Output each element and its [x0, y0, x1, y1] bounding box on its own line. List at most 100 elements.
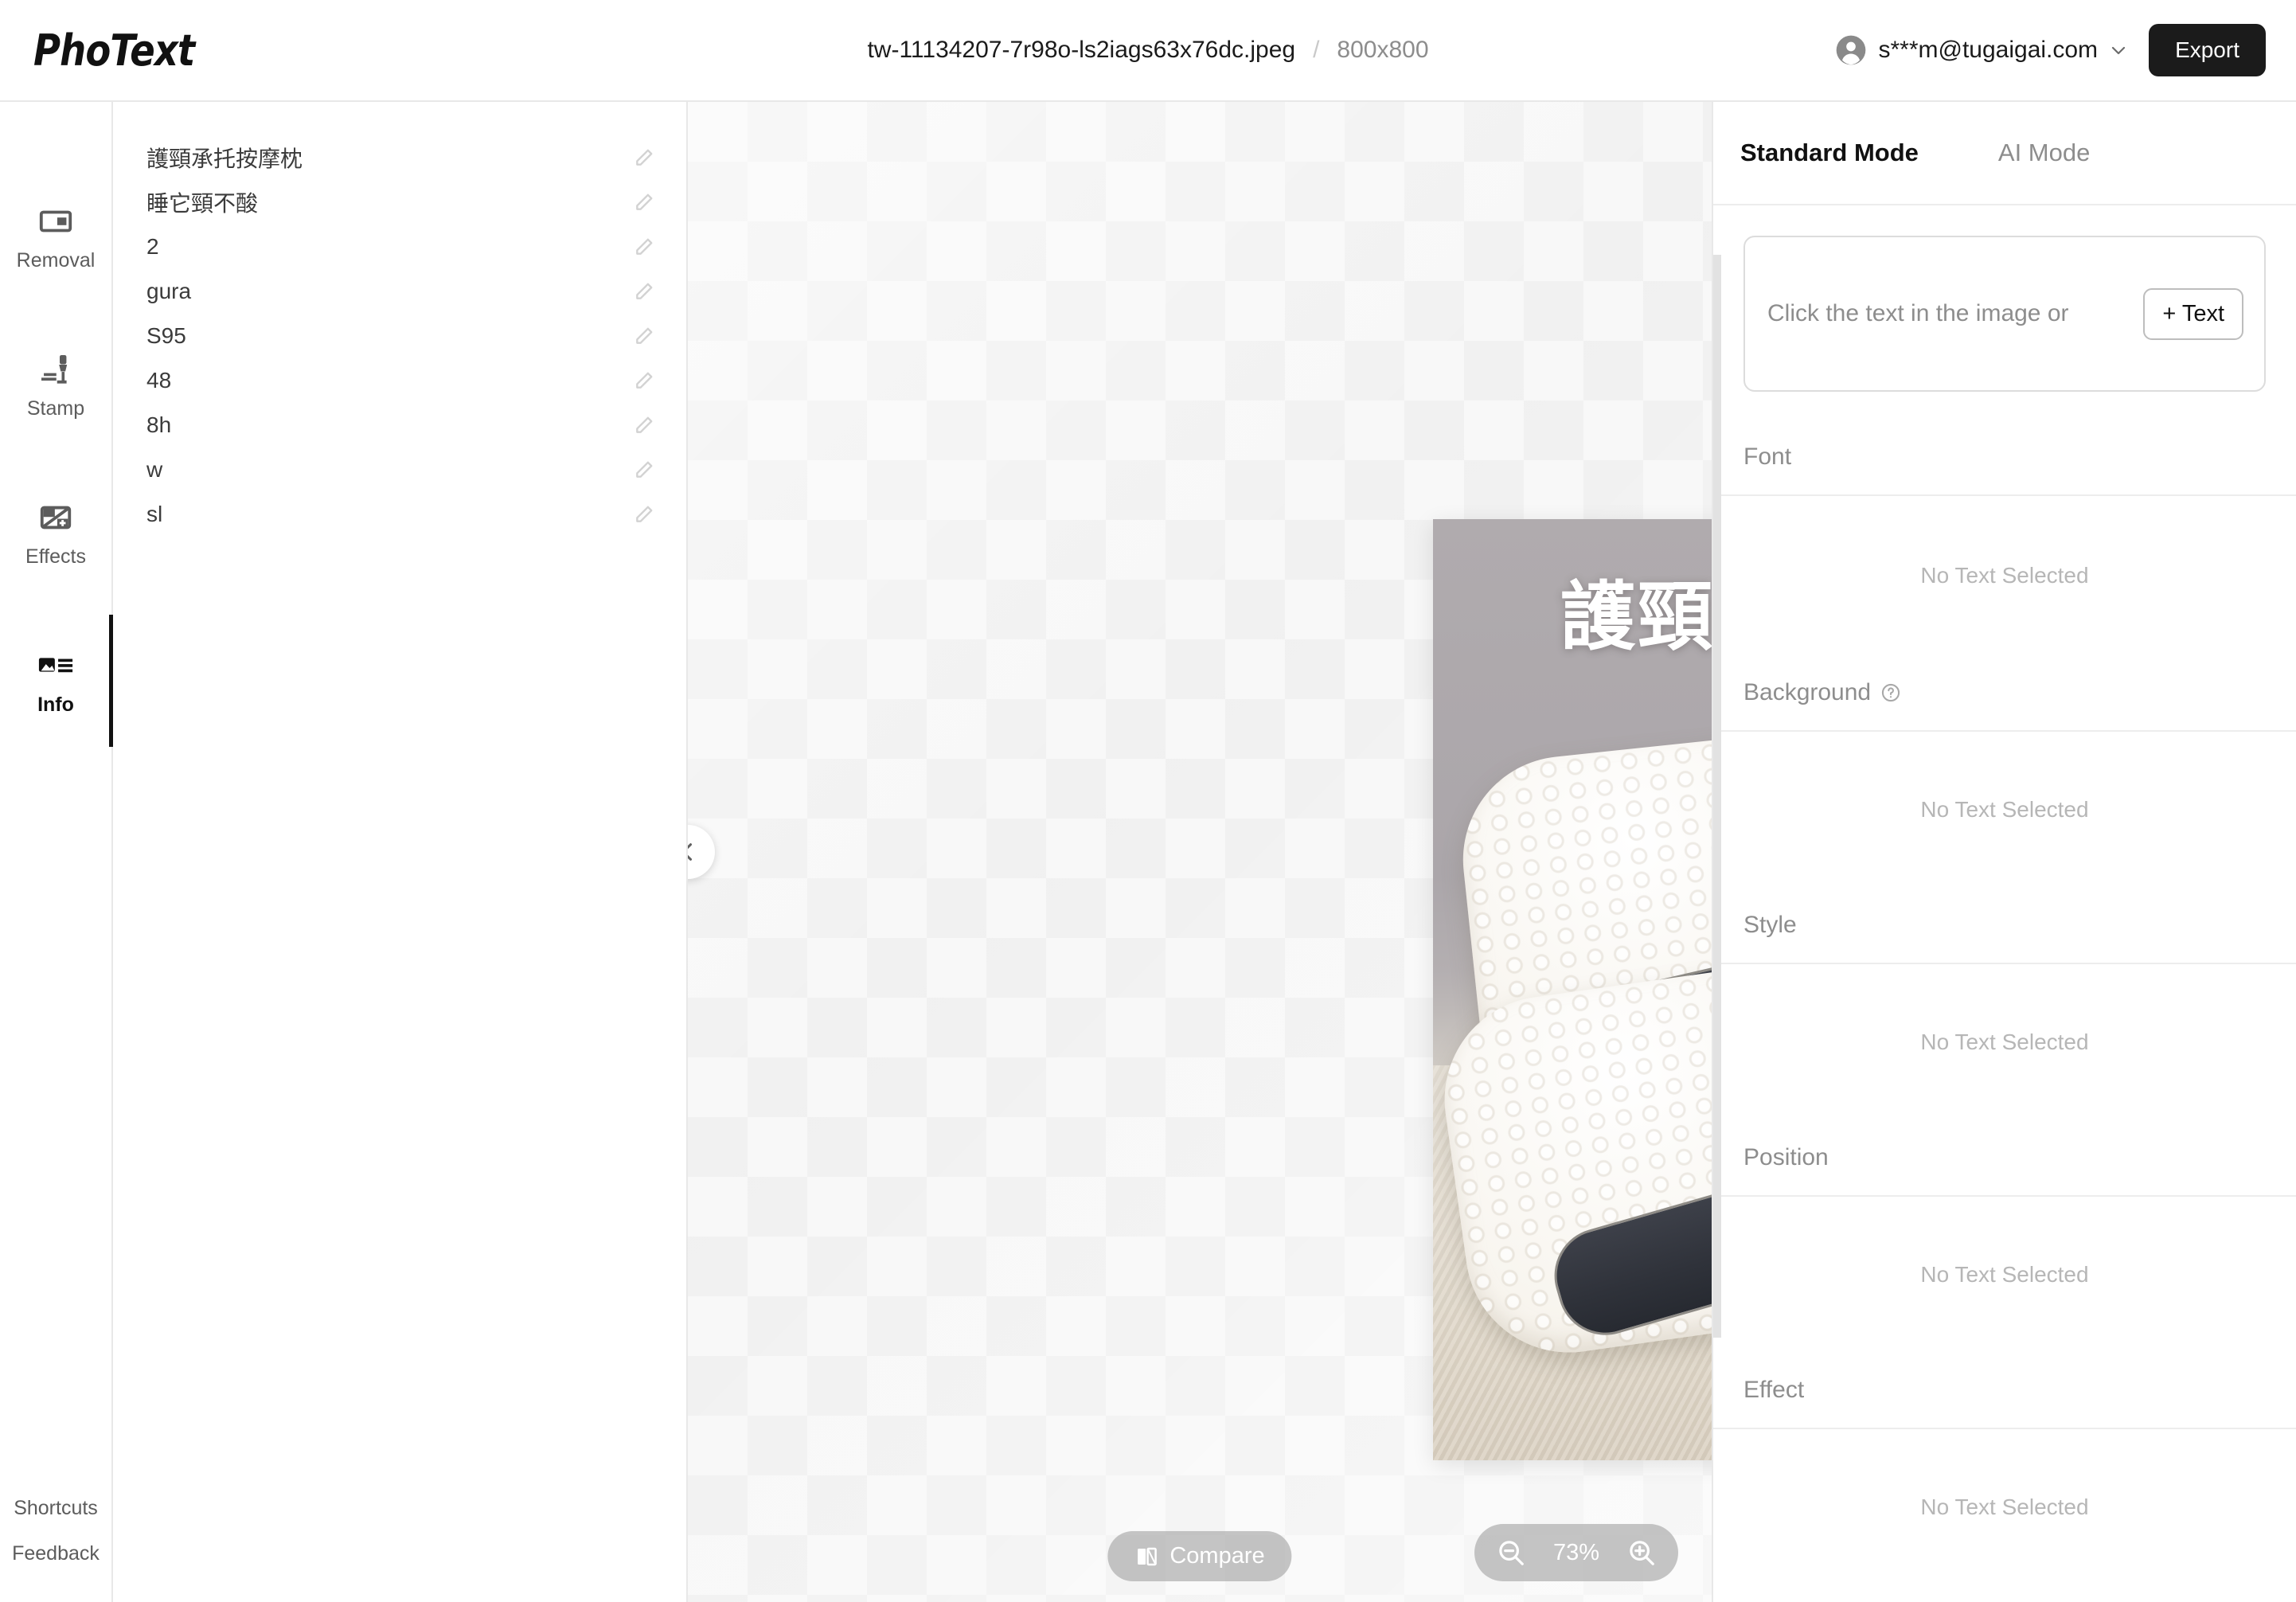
section-title: Style	[1743, 912, 1797, 938]
info-icon	[37, 647, 74, 684]
section-header-style: Style	[1713, 888, 2296, 964]
file-breadcrumb: tw-11134207-7r98o-ls2iags63x76dc.jpeg / …	[867, 37, 1428, 64]
tab-ai-mode[interactable]: AI Mode	[1998, 139, 2090, 167]
tool-rail-items: Removal Stamp Effects Info	[0, 102, 113, 755]
zoom-level-value: 73%	[1552, 1539, 1600, 1565]
add-text-button[interactable]: + Text	[2143, 287, 2243, 340]
list-item[interactable]: 護頸承托按摩枕	[113, 135, 686, 180]
sidebar-item-effects[interactable]: Effects	[0, 459, 111, 607]
section-title: Font	[1743, 443, 1792, 470]
file-name: tw-11134207-7r98o-ls2iags63x76dc.jpeg	[867, 37, 1296, 63]
app-body: Removal Stamp Effects Info Shortcuts Fee…	[0, 102, 2296, 1602]
sidebar-item-stamp[interactable]: Stamp	[0, 311, 111, 459]
list-item-label: 8h	[146, 412, 172, 437]
no-text-selected-label: No Text Selected	[1920, 1495, 2089, 1519]
list-item-label: 2	[146, 234, 159, 259]
zoom-out-button[interactable]	[1482, 1524, 1540, 1581]
section-body-effect: No Text Selected	[1713, 1429, 2296, 1585]
feedback-link[interactable]: Feedback	[12, 1542, 100, 1565]
app-logo: PhoText	[33, 25, 195, 76]
account-email: s***m@tugaigai.com	[1878, 37, 2099, 63]
prompt-area: Click the text in the image or + Text	[1713, 205, 2296, 392]
collapse-panel-button[interactable]	[688, 825, 715, 879]
pencil-icon[interactable]	[634, 147, 654, 168]
export-button[interactable]: Export	[2149, 24, 2266, 76]
no-text-selected-label: No Text Selected	[1920, 797, 2089, 822]
mode-tabs: Standard Mode AI Mode	[1713, 102, 2296, 204]
list-item-label: 48	[146, 368, 172, 393]
panel-scrollbar[interactable]	[1713, 255, 1721, 1338]
list-item[interactable]: 睡它頸不酸	[113, 180, 686, 225]
overlay-title-text[interactable]: 護頸承托按摩枕	[1560, 557, 1712, 665]
list-item-label: 護頸承托按摩枕	[146, 147, 303, 171]
chevron-down-icon	[2109, 41, 2128, 60]
properties-panel: Standard Mode AI Mode Click the text in …	[1712, 102, 2296, 1602]
pencil-icon[interactable]	[634, 459, 654, 480]
pencil-icon[interactable]	[634, 370, 654, 391]
zoom-in-button[interactable]	[1613, 1524, 1670, 1581]
effects-icon	[37, 499, 74, 536]
list-item[interactable]: S95	[113, 314, 686, 358]
header-actions: s***m@tugaigai.com Export	[1835, 24, 2266, 76]
pencil-icon[interactable]	[634, 236, 654, 257]
sidebar-item-label: Effects	[25, 545, 86, 568]
section-body-background: No Text Selected	[1713, 732, 2296, 888]
list-item[interactable]: 8h	[113, 403, 686, 447]
list-item-label: w	[146, 457, 163, 482]
section-header-position: Position	[1713, 1120, 2296, 1197]
section-body-style: No Text Selected	[1713, 964, 2296, 1120]
list-item[interactable]: 48	[113, 358, 686, 403]
edited-image[interactable]: 8h 8h 護頸承托按摩枕 睡它頸不酸	[1433, 519, 1712, 1460]
avatar-icon	[1835, 34, 1867, 66]
zoom-controls: 73%	[1474, 1524, 1678, 1581]
sidebar-item-removal[interactable]: Removal	[0, 162, 111, 311]
app-header: PhoText tw-11134207-7r98o-ls2iags63x76dc…	[0, 0, 2296, 102]
text-select-prompt[interactable]: Click the text in the image or + Text	[1743, 236, 2266, 392]
section-title: Position	[1743, 1144, 1829, 1170]
file-dimensions: 800x800	[1337, 37, 1429, 63]
list-item-label: S95	[146, 323, 186, 348]
sidebar-item-info[interactable]: Info	[0, 607, 113, 755]
pencil-icon[interactable]	[634, 326, 654, 346]
section-header-background: Background	[1713, 655, 2296, 732]
compare-icon	[1134, 1545, 1158, 1569]
sidebar-item-label: Info	[37, 693, 74, 716]
pencil-icon[interactable]	[634, 504, 654, 525]
tool-rail: Removal Stamp Effects Info Shortcuts Fee…	[0, 102, 113, 1602]
compare-label: Compare	[1169, 1543, 1265, 1569]
prompt-hint-label: Click the text in the image or	[1767, 300, 2069, 326]
removal-icon	[37, 203, 74, 240]
image-canvas[interactable]: 8h 8h 護頸承托按摩枕 睡它頸不酸	[688, 102, 1712, 1602]
list-item-label: sl	[146, 502, 163, 526]
pillow-band	[1543, 1055, 1712, 1346]
shortcuts-link[interactable]: Shortcuts	[14, 1497, 98, 1520]
section-title: Background	[1743, 679, 1872, 705]
list-item[interactable]: w	[113, 447, 686, 492]
no-text-selected-label: No Text Selected	[1920, 563, 2089, 588]
list-item[interactable]: sl	[113, 492, 686, 537]
section-body-font: No Text Selected	[1713, 496, 2296, 655]
text-layer-list: 護頸承托按摩枕 睡它頸不酸 2 gura S95 48 8h w sl	[113, 102, 688, 1602]
properties-scroll-area: Click the text in the image or + Text Fo…	[1713, 204, 2296, 1602]
list-item[interactable]: gura	[113, 269, 686, 314]
stamp-icon	[37, 351, 74, 388]
pencil-icon[interactable]	[634, 192, 654, 213]
help-icon[interactable]	[1880, 682, 1901, 703]
no-text-selected-label: No Text Selected	[1920, 1262, 2089, 1287]
photo-background: 8h 8h 護頸承托按摩枕 睡它頸不酸	[1433, 519, 1712, 1460]
section-title: Effect	[1743, 1377, 1805, 1403]
pencil-icon[interactable]	[634, 415, 654, 436]
account-menu[interactable]: s***m@tugaigai.com	[1835, 34, 2128, 66]
tab-standard-mode[interactable]: Standard Mode	[1740, 139, 1919, 167]
section-header-effect: Effect	[1713, 1353, 2296, 1429]
compare-button[interactable]: Compare	[1107, 1531, 1292, 1581]
breadcrumb-separator: /	[1313, 37, 1320, 63]
pencil-icon[interactable]	[634, 281, 654, 302]
rail-footer-links: Shortcuts Feedback	[0, 1497, 111, 1602]
section-body-position: No Text Selected	[1713, 1197, 2296, 1353]
zoom-out-icon	[1496, 1538, 1526, 1568]
section-header-font: Font	[1713, 420, 2296, 496]
no-text-selected-label: No Text Selected	[1920, 1030, 2089, 1054]
chevron-left-icon	[688, 841, 699, 863]
list-item[interactable]: 2	[113, 225, 686, 269]
